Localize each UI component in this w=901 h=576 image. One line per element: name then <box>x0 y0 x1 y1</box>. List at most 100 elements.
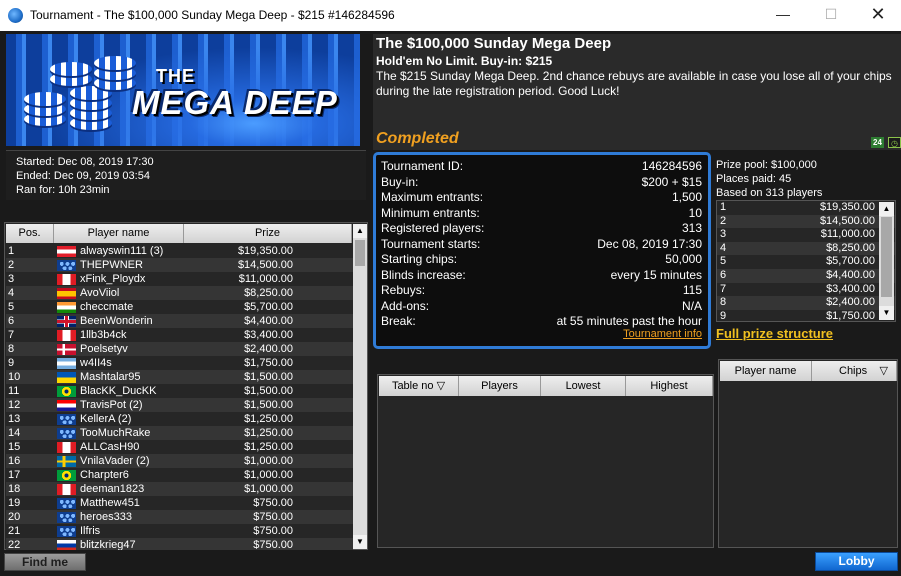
prize-amount: $19,350.00 <box>819 201 875 213</box>
country-flag-icon <box>57 456 76 467</box>
scroll-up-arrow-icon[interactable]: ▲ <box>879 202 894 216</box>
scroll-down-arrow-icon[interactable]: ▼ <box>879 306 894 320</box>
prize-amount: $1,750.00 <box>826 309 875 322</box>
prize-amount: $14,500.00 <box>819 214 875 227</box>
prize-cell: $750.00 <box>253 525 293 537</box>
player-name-cell: heroes333 <box>80 511 132 523</box>
info-value: every 15 minutes <box>610 267 702 282</box>
country-flag-icon <box>57 526 76 537</box>
table-row[interactable]: 2 THEPWNER $14,500.00 <box>6 258 353 272</box>
player-name-cell: Poelsetyv <box>80 343 128 355</box>
table-row[interactable]: 10 Mashtalar95 $1,500.00 <box>6 370 353 384</box>
column-header-player-name[interactable]: Player name <box>720 361 812 381</box>
table-row[interactable]: 12 TravisPot (2) $1,500.00 <box>6 398 353 412</box>
banner-logo-main: MEGA DEEP <box>132 84 338 121</box>
player-name-cell: Ilfris <box>80 525 101 537</box>
prize-cell: $1,500.00 <box>244 371 293 383</box>
prize-place: 1 <box>720 201 727 213</box>
lobby-button[interactable]: Lobby <box>815 552 898 571</box>
position-cell: 14 <box>8 427 21 439</box>
player-name-cell: xFink_Ploydx <box>80 273 146 285</box>
pokerstars-logo-icon <box>8 8 23 23</box>
scroll-thumb[interactable] <box>355 240 365 266</box>
country-flag-icon <box>57 498 76 509</box>
table-row[interactable]: 18 deeman1823 $1,000.00 <box>6 482 353 496</box>
prize-place: 7 <box>720 282 727 295</box>
tables-grid: Table no ▽ Players Lowest Highest <box>377 374 714 548</box>
prize-cell: $14,500.00 <box>237 259 293 271</box>
table-row[interactable]: 4 AvoViiol $8,250.00 <box>6 286 353 300</box>
info-label: Tournament ID: <box>381 159 464 173</box>
column-header-highest[interactable]: Highest <box>626 376 713 396</box>
info-label: Minimum entrants: <box>381 205 480 220</box>
find-me-button[interactable]: Find me <box>4 553 86 571</box>
info-value: at 55 minutes past the hour <box>556 314 702 328</box>
country-flag-icon <box>57 288 76 299</box>
table-row[interactable]: 15 ALLCasH90 $1,250.00 <box>6 440 353 454</box>
scroll-up-arrow-icon[interactable]: ▲ <box>353 224 367 238</box>
prize-row: 1 $19,350.00 <box>717 201 895 215</box>
table-row[interactable]: 16 VnilaVader (2) $1,000.00 <box>6 454 353 468</box>
country-flag-icon <box>57 302 76 313</box>
info-row: Tournament ID: 146284596 <box>381 159 702 175</box>
close-button[interactable]: ✕ <box>855 0 901 31</box>
window-title: Tournament - The $100,000 Sunday Mega De… <box>30 8 395 22</box>
prize-place: 5 <box>720 255 727 268</box>
tournament-info-link[interactable]: Tournament info <box>623 328 702 340</box>
table-row[interactable]: 8 Poelsetyv $2,400.00 <box>6 342 353 356</box>
column-header-players[interactable]: Players <box>459 376 541 396</box>
info-label: Maximum entrants: <box>381 190 484 204</box>
prize-row: 6 $4,400.00 <box>717 268 895 283</box>
table-row[interactable]: 20 heroes333 $750.00 <box>6 510 353 524</box>
table-row[interactable]: 17 Charpter6 $1,000.00 <box>6 468 353 482</box>
country-flag-icon <box>57 400 76 411</box>
position-cell: 13 <box>8 413 21 425</box>
table-row[interactable]: 11 BlacKK_DucKK $1,500.00 <box>6 384 353 398</box>
table-row[interactable]: 19 Matthew451 $750.00 <box>6 496 353 510</box>
column-header-pos[interactable]: Pos. <box>6 224 54 243</box>
info-row: Tournament starts: Dec 08, 2019 17:30 <box>381 237 702 253</box>
results-scrollbar[interactable]: ▲ ▼ <box>353 224 367 549</box>
column-header-lowest[interactable]: Lowest <box>541 376 626 396</box>
full-prize-structure-link[interactable]: Full prize structure <box>716 326 833 341</box>
maximize-button[interactable]: ☐ <box>808 0 854 31</box>
table-row[interactable]: 14 TooMuchRake $1,250.00 <box>6 426 353 440</box>
country-flag-icon <box>57 260 76 271</box>
info-value: 1,500 <box>671 190 702 204</box>
info-row: Add-ons: N/A <box>381 299 702 315</box>
table-row[interactable]: 6 BeenWonderin $4,400.00 <box>6 314 353 328</box>
table-row[interactable]: 1 alwayswin111 (3) $19,350.00 <box>6 244 353 258</box>
position-cell: 11 <box>8 385 20 397</box>
table-row[interactable]: 3 xFink_Ploydx $11,000.00 <box>6 272 353 286</box>
prize-list-scrollbar[interactable]: ▲ ▼ <box>879 202 894 320</box>
position-cell: 6 <box>8 315 15 327</box>
prize-list: 1 $19,350.00 2 $14,500.00 3 $11,000.00 4 $8,250… <box>716 200 896 322</box>
tournament-description: The $215 Sunday Mega Deep. 2nd chance re… <box>376 69 892 98</box>
position-cell: 2 <box>8 259 15 271</box>
scroll-thumb[interactable] <box>881 217 892 297</box>
position-cell: 19 <box>8 497 21 509</box>
position-cell: 17 <box>8 469 21 481</box>
prize-row: 4 $8,250.00 <box>717 241 895 256</box>
column-header-table-no[interactable]: Table no ▽ <box>379 376 459 396</box>
column-header-chips[interactable]: Chips ▽ <box>812 361 897 381</box>
minimize-button[interactable]: — <box>760 0 806 31</box>
column-header-prize[interactable]: Prize <box>184 224 352 243</box>
table-row[interactable]: 9 w4II4s $1,750.00 <box>6 356 353 370</box>
table-row[interactable]: 13 KellerA (2) $1,250.00 <box>6 412 353 426</box>
prize-cell: $750.00 <box>253 539 293 550</box>
table-row[interactable]: 7 1llb3b4ck $3,400.00 <box>6 328 353 342</box>
table-row[interactable]: 21 Ilfris $750.00 <box>6 524 353 538</box>
tournament-lobby-window: Tournament - The $100,000 Sunday Mega De… <box>0 0 901 576</box>
table-row[interactable]: 5 checcmate $5,700.00 <box>6 300 353 314</box>
info-label: Add-ons: <box>381 298 430 313</box>
prize-cell: $1,000.00 <box>244 455 293 467</box>
column-header-player-name[interactable]: Player name <box>54 224 184 243</box>
position-cell: 4 <box>8 287 15 299</box>
info-value: N/A <box>681 298 702 313</box>
player-name-cell: VnilaVader (2) <box>80 455 150 467</box>
scroll-down-arrow-icon[interactable]: ▼ <box>353 535 367 549</box>
table-row[interactable]: 22 blitzkrieg47 $750.00 <box>6 538 353 550</box>
results-table: Pos. Player name Prize 1 alwayswin111 (3)… <box>4 222 368 550</box>
ran-for-time: Ran for: 10h 23min <box>16 184 110 196</box>
